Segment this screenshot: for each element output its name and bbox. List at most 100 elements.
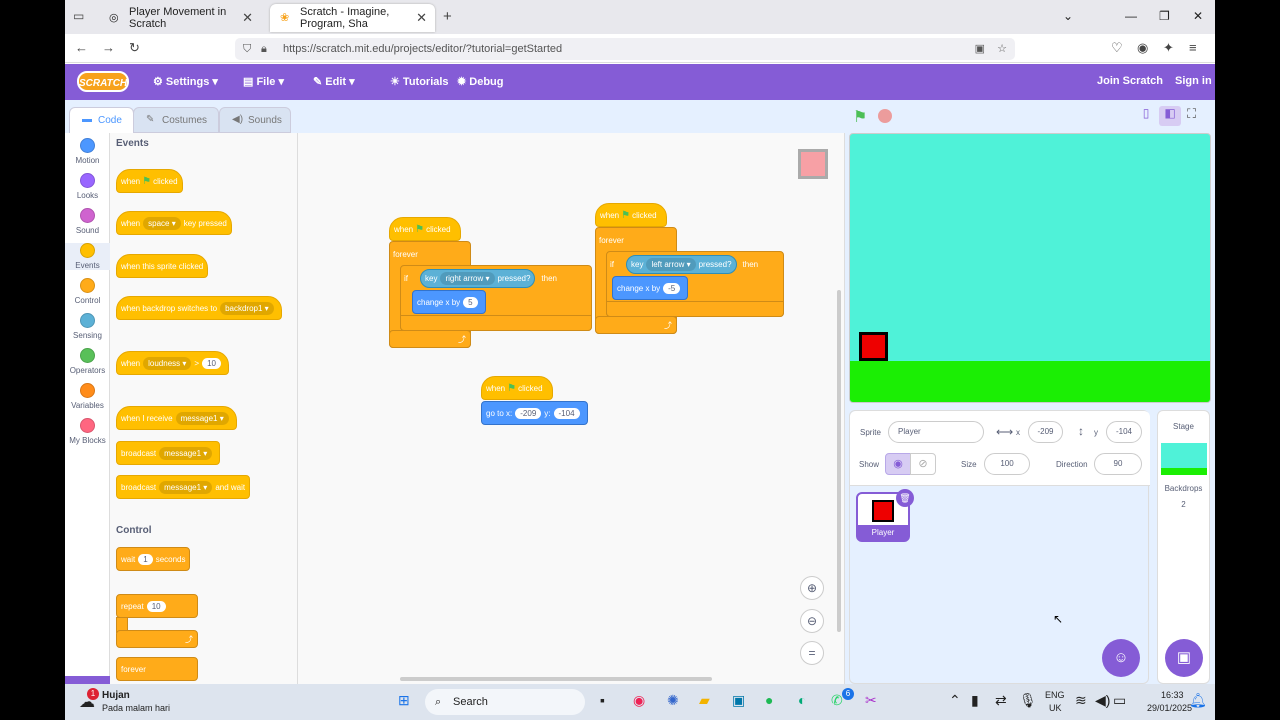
copilot-icon[interactable]: ✺ (667, 692, 679, 709)
battery-icon[interactable]: ▭ (1113, 692, 1126, 709)
block-when-i-receive[interactable]: when I receive message1 ▾ (116, 406, 237, 430)
player-sprite[interactable] (859, 332, 888, 361)
join-scratch-link[interactable]: Join Scratch (1097, 75, 1163, 87)
tab-costumes[interactable]: ✎ Costumes (133, 107, 219, 133)
address-bar[interactable]: ⛉ 🔒︎ https://scratch.mit.edu/projects/ed… (235, 38, 1015, 60)
tray-app-icon[interactable]: ⇄ (995, 692, 1007, 709)
forward-icon[interactable]: → (102, 40, 115, 55)
block-change-x[interactable]: change x by 5 (412, 290, 486, 314)
edit-menu[interactable]: ✎ Edit ▾ (313, 75, 355, 88)
minimize-icon[interactable]: — (1125, 9, 1137, 23)
stage-canvas[interactable] (849, 133, 1211, 403)
block-go-to-xy[interactable]: go to x: -209 y: -104 (481, 401, 588, 425)
normal-stage-icon[interactable]: ◧ (1159, 106, 1181, 126)
choose-sprite-button[interactable]: ☺ (1102, 639, 1140, 677)
restore-icon[interactable]: ❐ (1159, 9, 1170, 23)
whatsapp-icon[interactable]: ✆ (831, 692, 843, 709)
tutorials-button[interactable]: ☀ Tutorials (390, 75, 449, 88)
stop-icon[interactable] (878, 109, 892, 123)
show-hidden-eye-icon[interactable]: ⊘ (910, 453, 936, 475)
loudness-dropdown[interactable]: loudness ▾ (143, 356, 192, 370)
language-code[interactable]: ENG (1045, 690, 1065, 700)
category-control[interactable]: Control (65, 278, 110, 305)
block-when-key-pressed[interactable]: when space ▾ key pressed (116, 211, 232, 235)
notification-bell-icon[interactable]: 🔔︎ (1189, 692, 1207, 709)
extensions-icon[interactable]: ✦ (1163, 40, 1174, 56)
chevron-down-icon[interactable]: ⌄ (1063, 9, 1073, 23)
category-looks[interactable]: Looks (65, 173, 110, 200)
browser-tab-scratch[interactable]: ❀ Scratch - Imagine, Program, Sha ✕ (270, 4, 435, 32)
close-tab-icon[interactable]: ✕ (416, 10, 427, 26)
category-sound[interactable]: Sound (65, 208, 110, 235)
picture-icon[interactable]: ▣ (975, 38, 985, 60)
task-view-icon[interactable]: ▪ (600, 692, 605, 708)
block-forever[interactable]: forever (116, 657, 198, 681)
sprite-thumbnail-player[interactable]: Player 🗑︎ (856, 489, 914, 542)
key-pressed-condition[interactable]: key right arrow ▾ pressed? (420, 268, 536, 288)
edge-icon[interactable]: ◐ (798, 692, 806, 708)
show-visible-eye-icon[interactable]: ◉ (885, 453, 911, 475)
backdrop-dropdown[interactable]: backdrop1 ▾ (220, 301, 274, 315)
block-wait-seconds[interactable]: wait 1 seconds (116, 547, 191, 571)
volume-icon[interactable]: ◀) (1095, 692, 1110, 709)
block-when-flag-clicked[interactable]: when ⚑ clicked (389, 217, 461, 241)
spotify-icon[interactable]: ● (765, 692, 773, 708)
taskbar-search[interactable]: ⌕ Search (425, 689, 585, 715)
key-dropdown[interactable]: left arrow ▾ (646, 257, 696, 271)
message-dropdown[interactable]: message1 ▾ (159, 446, 213, 460)
x-input[interactable]: -209 (1028, 421, 1063, 443)
direction-input[interactable]: 90 (1094, 453, 1142, 475)
category-motion[interactable]: Motion (65, 138, 110, 165)
vertical-scrollbar[interactable] (837, 290, 841, 632)
delete-sprite-icon[interactable]: 🗑︎ (896, 489, 914, 507)
zoom-reset-button[interactable]: = (800, 641, 824, 665)
value-input[interactable]: -5 (663, 282, 681, 294)
store-icon[interactable]: ▣ (732, 692, 745, 709)
horizontal-scrollbar[interactable] (400, 677, 712, 681)
file-menu[interactable]: ▤ File ▾ (243, 75, 284, 88)
fullscreen-icon[interactable]: ⛶ (1187, 106, 1196, 122)
block-broadcast-and-wait[interactable]: broadcast message1 ▾ and wait (116, 475, 251, 499)
key-dropdown[interactable]: space ▾ (143, 216, 181, 230)
value-input[interactable]: 10 (202, 357, 221, 369)
y-input[interactable]: -104 (553, 407, 580, 419)
firefox-icon[interactable]: ◉ (633, 692, 645, 709)
small-stage-icon[interactable]: ▯ (1135, 106, 1157, 126)
value-input[interactable]: 10 (146, 600, 166, 612)
sign-in-link[interactable]: Sign in (1175, 75, 1212, 87)
file-explorer-icon[interactable]: ▰ (699, 692, 710, 709)
block-repeat[interactable]: repeat 10 (116, 594, 198, 618)
category-variables[interactable]: Variables (65, 383, 110, 410)
close-window-icon[interactable]: ✕ (1193, 9, 1203, 23)
back-icon[interactable]: ← (75, 40, 88, 55)
windows-start-icon[interactable]: ⊞ (398, 692, 410, 709)
tab-list-icon[interactable]: ▭ (73, 9, 84, 23)
block-when-flag-clicked[interactable]: when ⚑ clicked (116, 169, 183, 193)
category-my-blocks[interactable]: My Blocks (65, 418, 110, 445)
key-dropdown[interactable]: right arrow ▾ (440, 271, 495, 285)
message-dropdown[interactable]: message1 ▾ (159, 480, 213, 494)
pocket-icon[interactable]: ♡ (1111, 40, 1123, 56)
block-change-x[interactable]: change x by -5 (612, 276, 689, 300)
scratch-logo[interactable]: SCRATCH (77, 71, 129, 92)
block-when-flag-clicked[interactable]: when ⚑ clicked (595, 203, 667, 227)
category-operators[interactable]: Operators (65, 348, 110, 375)
message-dropdown[interactable]: message1 ▾ (175, 411, 229, 425)
key-pressed-condition[interactable]: key left arrow ▾ pressed? (626, 254, 737, 274)
bookmark-star-icon[interactable]: ☆ (997, 38, 1007, 60)
tab-code[interactable]: ▬ Code (69, 107, 134, 133)
zoom-out-button[interactable]: ⊖ (800, 609, 824, 633)
block-when-sprite-clicked[interactable]: when this sprite clicked (116, 254, 209, 278)
microphone-icon[interactable]: 🎙︎ (1019, 692, 1037, 709)
block-when-backdrop-switches[interactable]: when backdrop switches to backdrop1 ▾ (116, 296, 282, 320)
snipping-tool-icon[interactable]: ✂ (865, 692, 877, 709)
block-broadcast[interactable]: broadcast message1 ▾ (116, 441, 221, 465)
green-flag-icon[interactable]: ⚑ (853, 107, 867, 127)
value-input[interactable]: 5 (463, 296, 478, 308)
wifi-icon[interactable]: ≋ (1075, 692, 1087, 709)
tab-sounds[interactable]: ◀) Sounds (219, 107, 291, 133)
app-menu-icon[interactable]: ≡ (1189, 40, 1197, 55)
zoom-in-button[interactable]: ⊕ (800, 576, 824, 600)
value-input[interactable]: 1 (138, 553, 153, 565)
reload-icon[interactable]: ↻ (129, 40, 140, 56)
